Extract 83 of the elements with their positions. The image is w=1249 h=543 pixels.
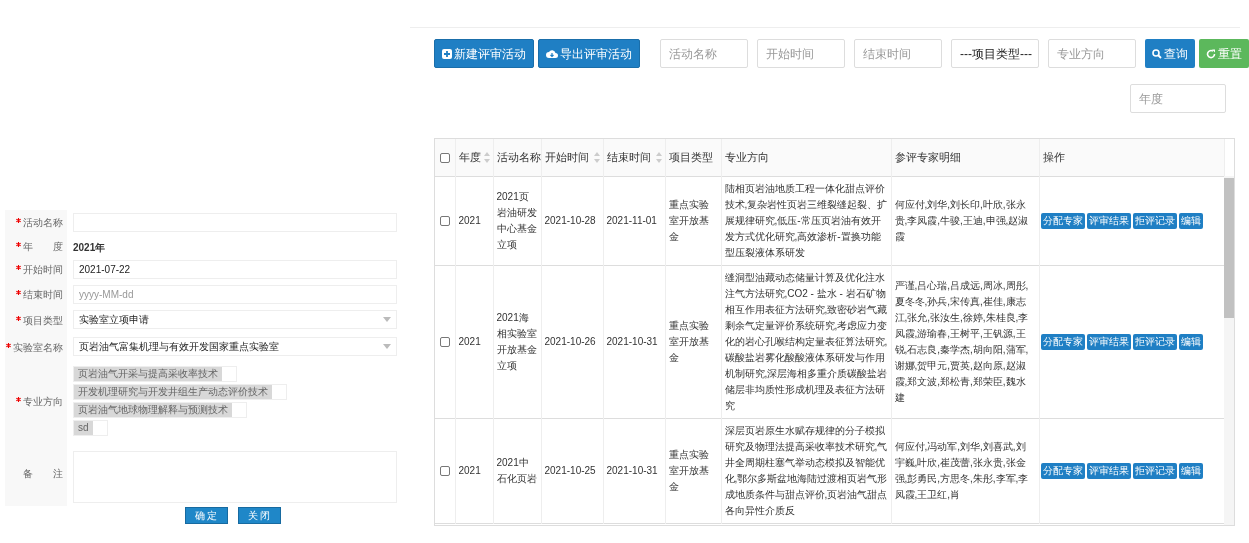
table-cell-text: 何应付,刘华,刘长印,叶欣,张永贵,李凤霞,牛骏,王迪,申强,赵淑霞 [894,197,1030,244]
action-button[interactable]: 分配专家 [1040,462,1085,479]
year-filter-field[interactable]: 年度 [1130,84,1226,113]
field-label: 实验室名称 [13,341,63,355]
field-label: 专业方向 [23,394,63,409]
filter-field[interactable]: 活动名称 [660,39,748,68]
checkbox[interactable] [439,152,450,163]
select-field[interactable]: 页岩油气富集机理与有效开发国家重点实验室 [73,337,397,356]
column-header[interactable]: 参评专家明细 [894,151,961,164]
action-button[interactable]: 编辑 [1178,333,1203,350]
action-button[interactable]: 分配专家 [1040,333,1085,350]
table-cell-text: 2021-10-31 [606,334,659,349]
sort-icon[interactable] [655,152,662,163]
dropdown-caret-icon [383,317,391,322]
select-field[interactable]: 实验室立项申请 [73,310,397,329]
reset-button[interactable]: 重置 [1199,39,1249,68]
table-cell-text: 严谨,吕心瑞,吕成远,周冰,周彤,夏冬冬,孙兵,宋传真,崔佳,康志江,张允,张汝生,徐婷,朱桂良,李凤霞,游瑜春,王树平,王钒源,王锐,石志良,秦学杰,胡向阳,蒲军,谢娜,贺甲元,贾英,赵向原,赵淑霞,郑文波,郑松青,郑荣臣,魏水建 [894,278,1030,405]
column-header[interactable]: 开始时间 [544,151,589,164]
table-cell-text: 2021-10-26 [544,334,597,349]
table-cell-text: 2021 [458,463,482,478]
column-header[interactable]: 活动名称 [496,151,541,164]
field-label: 开始时间 [23,263,63,277]
select-value: ---项目类型--- [960,45,1032,63]
field-label: 项目类型 [23,314,63,328]
refresh-icon [1206,48,1216,59]
column-header[interactable]: 年度 [458,151,481,164]
action-button[interactable]: 分配专家 [1040,212,1085,229]
action-button[interactable]: 拒评记录 [1132,212,1177,229]
filter-field[interactable]: 结束时间 [854,39,942,68]
table-cell-text: 2021海相实验室开放基金立项 [496,310,538,373]
select-value: 页岩油气富集机理与有效开发国家重点实验室 [79,340,279,354]
table-cell-text: 2021 [458,334,482,349]
action-button[interactable]: 拒评记录 [1132,462,1177,479]
table-cell-text: 陆相页岩油地质工程一体化甜点评价技术,复杂岩性页岩三维裂缝起裂、扩展规律研究,低压-常压页岩油有效开发方式优化研究,高效渗析-置换功能型压裂液体系研发 [724,181,888,260]
table-cell-text: 2021页岩油研发中心基金立项 [496,189,538,252]
action-button[interactable]: 拒评记录 [1132,333,1177,350]
field-label: 年 度 [23,239,63,254]
checkbox[interactable] [439,215,450,226]
scrollbar[interactable] [1224,176,1234,525]
toolbar-button[interactable]: 新建评审活动 [434,39,534,68]
action-button[interactable]: 评审结果 [1086,462,1131,479]
table-cell-text: 2021-10-25 [544,463,597,478]
table-cell-text: 2021-10-31 [606,463,659,478]
table-cell-text: 2021 [458,213,482,228]
table-cell-text: 重点实验室开放基金 [668,447,710,494]
search-icon [1152,48,1162,59]
text-field[interactable]: 2021-07-22 [73,260,397,279]
table-cell-text: 2021-11-01 [606,213,658,228]
search-button[interactable]: 查询 [1145,39,1195,68]
field-value: 2021年 [73,241,106,255]
sort-icon[interactable] [593,152,600,163]
filter-field[interactable]: 专业方向 [1048,39,1136,68]
table-cell-text: 深层页岩原生水赋存规律的分子模拟研究及物理法提高采收率技术研究,气井全周期柱塞气举动态模拟及智能优化,鄂尔多斯盆地海陆过渡相页岩气形成地质条件与甜点评价,页岩油气甜点各向异性介质反 [724,423,888,518]
table-cell-text: 何应付,冯动军,刘华,刘喜武,刘宇巍,叶欣,崔茂蕾,张永贵,张金强,彭勇民,方思冬,朱彤,李军,李凤霞,王卫红,肖 [894,439,1030,502]
table-cell-text: 缝洞型油藏动态储量计算及优化注水注气方法研究,CO2 - 盐水 - 岩石矿物相互作用表征方法研究,致密砂岩气藏剩余气定量评价系统研究,考虑应力变化的岩心孔喉结构定量表征算法研究,碳酸盐岩雾化酸酸液体系研发与作用机制研究,深层海相多重介质碳酸盐岩储层非均质性形成机理及表征方法研究 [724,270,888,413]
action-button[interactable]: 编辑 [1178,462,1203,479]
checkbox[interactable] [439,336,450,347]
cloud-download-icon [546,48,558,59]
table-cell-text: 2021中石化页岩 [496,455,538,486]
column-header[interactable]: 结束时间 [606,151,651,164]
table-cell-text: 2021-10-28 [544,213,597,228]
action-button[interactable]: 编辑 [1178,212,1203,229]
checkbox[interactable] [439,465,450,476]
column-header[interactable]: 项目类型 [668,151,713,164]
text-field[interactable]: yyyy-MM-dd [73,285,397,304]
form-button[interactable]: 关 闭 [237,507,281,524]
toolbar-button[interactable]: 导出评审活动 [538,39,640,68]
form-button[interactable]: 确 定 [184,507,228,524]
select-value: 实验室立项申请 [79,313,149,327]
field-label: 活动名称 [23,216,63,230]
table-cell-text: 重点实验室开放基金 [668,197,710,244]
plus-icon [442,48,452,59]
dropdown-caret-icon [383,344,391,349]
sort-icon[interactable] [483,152,490,163]
field-label: 结束时间 [23,288,63,302]
table-cell-text: 重点实验室开放基金 [668,318,710,365]
action-button[interactable]: 评审结果 [1086,333,1131,350]
filter-field[interactable]: 开始时间 [757,39,845,68]
select-field[interactable]: ---项目类型--- [951,39,1039,68]
column-header[interactable]: 专业方向 [724,151,769,164]
action-button[interactable]: 评审结果 [1086,212,1131,229]
field-label: 备 注 [23,467,63,481]
column-header[interactable]: 操作 [1042,151,1065,164]
